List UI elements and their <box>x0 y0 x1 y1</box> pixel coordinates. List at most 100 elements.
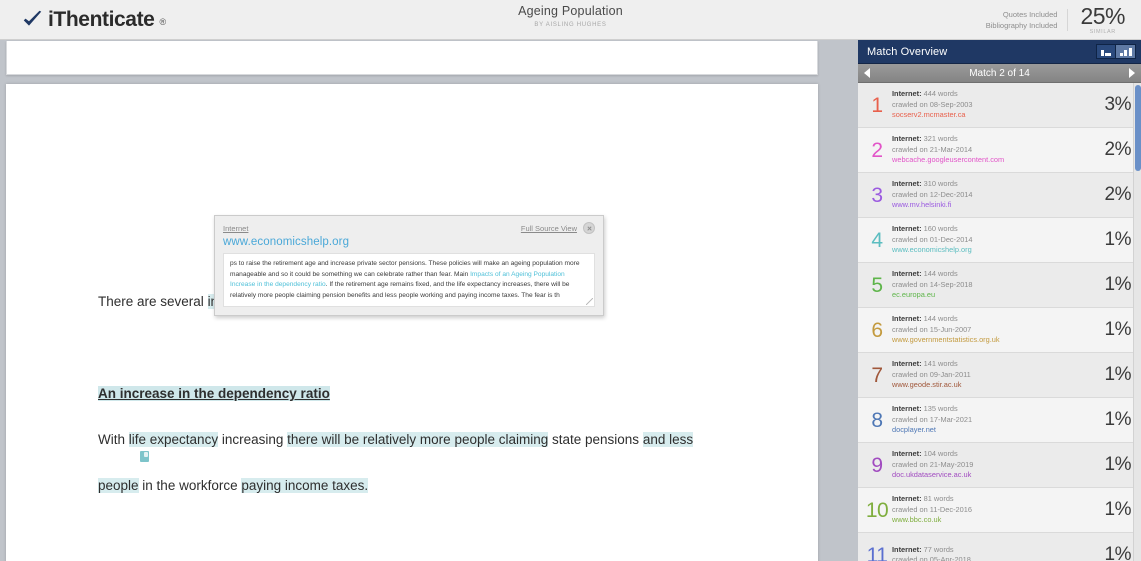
match-url[interactable]: www.bbc.co.uk <box>892 515 1105 526</box>
match-percent: 1% <box>1104 409 1132 430</box>
match-rank: 1 <box>871 93 883 117</box>
match-list: 1 Internet: 444 words crawled on 08-Sep-20… <box>858 83 1141 561</box>
match-url[interactable]: socserv2.mcmaster.ca <box>892 110 1105 121</box>
match-source-type: Internet: 160 words <box>892 224 958 234</box>
match-rank: 9 <box>871 453 883 477</box>
match-overview-panel: Match Overview Match 2 of 14 1 Internet: … <box>858 40 1141 561</box>
heading-1-text[interactable]: An increase in the dependency ratio <box>98 386 330 401</box>
match-row[interactable]: 7 Internet: 141 words crawled on 09-Jan-20… <box>858 353 1141 398</box>
full-source-view-link[interactable]: Full Source View <box>521 224 577 233</box>
brand-logo[interactable]: iThenticate ® <box>22 9 166 30</box>
list-view-icon[interactable] <box>1096 44 1116 59</box>
match-rank: 3 <box>871 183 883 207</box>
p2-d-highlight[interactable]: there will be relatively more people cla… <box>287 432 549 447</box>
match-row[interactable]: 8 Internet: 135 words crawled on 17-Mar-20… <box>858 398 1141 443</box>
match-source-type: Internet: 141 words <box>892 359 958 369</box>
match-url[interactable]: www.economicshelp.org <box>892 245 1105 256</box>
match-row[interactable]: 2 Internet: 321 words crawled on 21-Mar-20… <box>858 128 1141 173</box>
match-rank: 2 <box>871 138 883 162</box>
match-row[interactable]: 3 Internet: 310 words crawled on 12-Dec-20… <box>858 173 1141 218</box>
chart-view-icon[interactable] <box>1116 44 1136 59</box>
match-row[interactable]: 5 Internet: 144 words crawled on 14-Sep-20… <box>858 263 1141 308</box>
match-navigation: Match 2 of 14 <box>858 64 1141 83</box>
match-percent: 1% <box>1104 454 1132 475</box>
document-author: BY AISLING HUGHES <box>534 22 607 28</box>
match-url[interactable]: doc.ukdataservice.ac.uk <box>892 470 1105 481</box>
match-source-type: Internet: 144 words <box>892 269 958 279</box>
ithenticate-report: iThenticate ® Ageing Population BY AISLI… <box>0 0 1141 561</box>
close-icon[interactable] <box>583 222 595 234</box>
match-url[interactable]: docplayer.net <box>892 425 1105 436</box>
match-crawl-date: crawled on 21-Mar-2014 <box>892 144 973 154</box>
p2-f-highlight[interactable]: and less <box>642 432 694 447</box>
match-percent: 2% <box>1104 184 1132 205</box>
p2-h: in the workforce <box>138 478 242 493</box>
match-crawl-date: crawled on 15-Jun-2007 <box>892 324 972 334</box>
brand-name: iThenticate <box>48 8 155 31</box>
paragraph-2-line-1: With life expectancy increasing there wi… <box>98 417 758 463</box>
match-row[interactable]: 11 Internet: 77 words crawled on 05-Apr-20… <box>858 533 1141 561</box>
match-info: Internet: 77 words crawled on 05-Apr-2018 <box>890 545 1105 561</box>
match-url[interactable]: www.mv.helsinki.fi <box>892 200 1105 211</box>
p2-g-highlight[interactable]: people <box>98 478 139 493</box>
p2-i-highlight[interactable]: paying income taxes. <box>241 478 369 493</box>
check-icon <box>23 10 42 26</box>
match-crawl-date: crawled on 05-Apr-2018 <box>892 555 971 561</box>
bibliography-included-label: Bibliography Included <box>985 21 1058 30</box>
p2-c: increasing <box>218 432 288 447</box>
source-popup-actions: Full Source View <box>521 222 595 234</box>
document-title: Ageing Population <box>518 4 623 18</box>
p2-b-highlight[interactable]: life expectancy <box>128 432 219 447</box>
document-page: There are several impacts of an ageing p… <box>6 84 818 561</box>
similarity-flags: Quotes Included Bibliography Included <box>986 9 1069 31</box>
match-row[interactable]: 4 Internet: 160 words crawled on 01-Dec-20… <box>858 218 1141 263</box>
match-source-type: Internet: 104 words <box>892 449 958 459</box>
source-url[interactable]: www.economicshelp.org <box>223 236 595 248</box>
similarity-caption: SIMILAR <box>1089 29 1116 35</box>
match-row[interactable]: 1 Internet: 444 words crawled on 08-Sep-20… <box>858 83 1141 128</box>
match-info: Internet: 444 words crawled on 08-Sep-200… <box>890 89 1105 121</box>
similarity-percent-block[interactable]: 25% SIMILAR <box>1068 5 1135 36</box>
match-row[interactable]: 10 Internet: 81 words crawled on 11-Dec-20… <box>858 488 1141 533</box>
match-url[interactable]: www.geode.stir.ac.uk <box>892 380 1105 391</box>
match-info: Internet: 81 words crawled on 11-Dec-2016… <box>890 494 1105 526</box>
match-percent: 2% <box>1104 139 1132 160</box>
match-info: Internet: 144 words crawled on 15-Jun-200… <box>890 314 1105 346</box>
match-percent: 1% <box>1104 544 1132 561</box>
match-source-type: Internet: 444 words <box>892 89 958 99</box>
document-title-block: Ageing Population BY AISLING HUGHES <box>0 4 1141 28</box>
paragraph-2-line-2: people in the workforce paying income ta… <box>98 463 758 509</box>
match-crawl-date: crawled on 09-Jan-2011 <box>892 369 971 379</box>
match-rank: 7 <box>871 363 883 387</box>
match-url[interactable]: ec.europa.eu <box>892 290 1105 301</box>
scrollbar[interactable] <box>1133 83 1141 561</box>
match-overview-title: Match Overview <box>867 45 948 58</box>
match-url[interactable]: webcache.googleusercontent.com <box>892 155 1105 166</box>
view-mode-toggle <box>1096 44 1136 59</box>
scrollbar-thumb[interactable] <box>1135 85 1141 171</box>
match-url[interactable]: www.governmentstatistics.org.uk <box>892 335 1105 346</box>
p2-e: state pensions <box>548 432 643 447</box>
match-position-label: Match 2 of 14 <box>969 67 1030 79</box>
similarity-score-block: Quotes Included Bibliography Included 25… <box>986 0 1135 40</box>
match-source-type: Internet: 321 words <box>892 134 958 144</box>
match-percent: 3% <box>1104 94 1132 115</box>
match-info: Internet: 104 words crawled on 21-May-201… <box>890 449 1105 481</box>
match-overview-header: Match Overview <box>858 40 1141 64</box>
p1-plain: There are several <box>98 294 208 309</box>
match-source-type: Internet: 144 words <box>892 314 958 324</box>
match-marker-icon[interactable] <box>140 451 149 462</box>
match-row[interactable]: 9 Internet: 104 words crawled on 21-May-20… <box>858 443 1141 488</box>
match-info: Internet: 160 words crawled on 01-Dec-201… <box>890 224 1105 256</box>
match-rank: 4 <box>871 228 883 252</box>
heading-1: An increase in the dependency ratio <box>98 371 758 417</box>
match-rank: 8 <box>871 408 883 432</box>
arrow-right-icon[interactable] <box>1129 68 1135 78</box>
resize-grip-icon[interactable] <box>586 298 593 305</box>
match-percent: 1% <box>1104 319 1132 340</box>
match-row[interactable]: 6 Internet: 144 words crawled on 15-Jun-20… <box>858 308 1141 353</box>
match-crawl-date: crawled on 11-Dec-2016 <box>892 504 972 514</box>
match-rank: 11 <box>866 543 888 561</box>
p2-a: With <box>98 432 129 447</box>
